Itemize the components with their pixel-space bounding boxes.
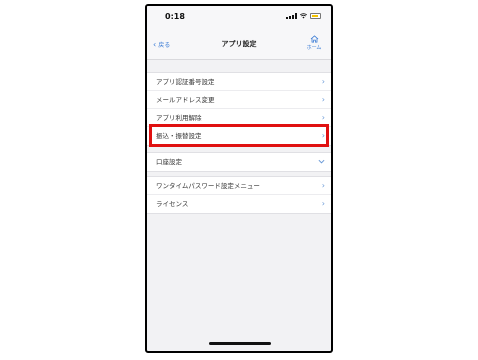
list-item-one-time-password[interactable]: ワンタイムパスワード設定メニュー › xyxy=(147,177,331,195)
list-item-label: メールアドレス変更 xyxy=(156,96,215,104)
list-item-label: ワンタイムパスワード設定メニュー xyxy=(156,182,260,190)
wifi-icon xyxy=(300,13,307,19)
home-button[interactable]: ホーム xyxy=(305,35,323,51)
status-time: 0:18 xyxy=(165,12,185,21)
chevron-right-icon: › xyxy=(321,131,325,140)
chevron-down-icon xyxy=(318,159,325,164)
chevron-right-icon: › xyxy=(321,95,325,104)
home-label: ホーム xyxy=(306,45,322,51)
home-indicator xyxy=(209,342,271,345)
phone-screen: 0:18 ‹ 戻る アプリ設定 ホーム アプリ認証番号設定 › メールアドレス変… xyxy=(145,4,333,353)
chevron-right-icon: › xyxy=(321,77,325,86)
battery-icon xyxy=(310,13,321,19)
chevron-right-icon: › xyxy=(321,199,325,208)
chevron-right-icon: › xyxy=(321,181,325,190)
list-item-label: アプリ利用解除 xyxy=(156,114,202,122)
navigation-bar: ‹ 戻る アプリ設定 ホーム xyxy=(147,28,331,60)
list-item-change-email[interactable]: メールアドレス変更 › xyxy=(147,91,331,109)
home-icon xyxy=(310,35,318,43)
status-icons xyxy=(286,13,321,19)
list-item-license[interactable]: ライセンス › xyxy=(147,195,331,213)
list-item-label: 口座設定 xyxy=(156,158,182,166)
list-item-label: 振込・振替設定 xyxy=(156,132,202,140)
list-item-account-settings[interactable]: 口座設定 xyxy=(147,153,331,171)
signal-icon xyxy=(286,13,297,19)
list-item-transfer-settings[interactable]: 振込・振替設定 › xyxy=(147,127,331,145)
list-item-app-auth-code[interactable]: アプリ認証番号設定 › xyxy=(147,73,331,91)
list-item-cancel-app[interactable]: アプリ利用解除 › xyxy=(147,109,331,127)
list-item-label: ライセンス xyxy=(156,200,189,208)
status-bar: 0:18 xyxy=(147,6,331,28)
settings-list-account: 口座設定 xyxy=(147,152,331,172)
page-title: アプリ設定 xyxy=(221,40,257,48)
settings-list-other: ワンタイムパスワード設定メニュー › ライセンス › xyxy=(147,176,331,214)
chevron-right-icon: › xyxy=(321,113,325,122)
settings-list-main: アプリ認証番号設定 › メールアドレス変更 › アプリ利用解除 › 振込・振替設… xyxy=(147,72,331,146)
list-item-label: アプリ認証番号設定 xyxy=(156,78,215,86)
